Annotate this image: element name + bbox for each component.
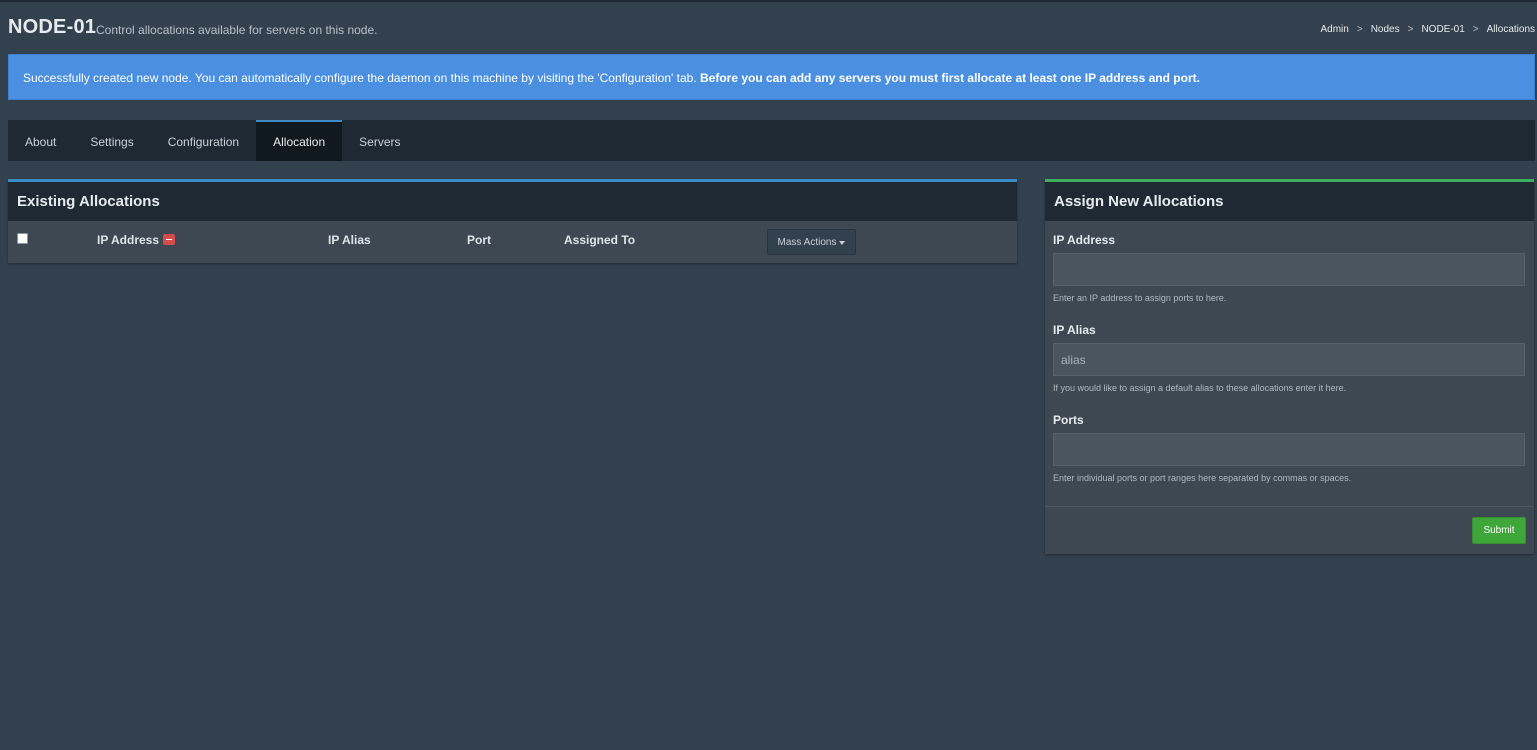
column-ip-address-label: IP Address	[97, 233, 160, 247]
column-ip-address[interactable]: IP Address	[97, 233, 176, 247]
node-tabs: About Settings Configuration Allocation …	[8, 120, 1535, 161]
tab-about[interactable]: About	[8, 120, 73, 161]
existing-allocations-box: Existing Allocations IP Address IP Alias…	[8, 179, 1017, 263]
alert-text: Successfully created new node. You can a…	[23, 71, 697, 85]
alert-bold-text: Before you can add any servers you must …	[700, 71, 1200, 85]
breadcrumb-nodes[interactable]: Nodes	[1371, 24, 1400, 35]
breadcrumb-separator: >	[1356, 24, 1363, 35]
breadcrumb-allocations: Allocations	[1486, 24, 1535, 35]
breadcrumb-separator: >	[1472, 24, 1479, 35]
column-assigned-to: Assigned To	[564, 233, 636, 247]
ports-input[interactable]	[1053, 433, 1525, 466]
assign-form-footer: Submit	[1045, 506, 1534, 554]
assign-form: IP Address Enter an IP address to assign…	[1045, 233, 1534, 485]
ip-alias-label: IP Alias	[1053, 323, 1096, 337]
mass-actions-label: Mass Actions	[777, 236, 837, 248]
ip-address-help: Enter an IP address to assign ports to h…	[1053, 293, 1227, 303]
mass-actions-button[interactable]: Mass Actions	[767, 229, 856, 255]
breadcrumb: Admin > Nodes > NODE-01 > Allocations	[1320, 24, 1535, 35]
existing-allocations-title: Existing Allocations	[8, 182, 1017, 221]
remove-icon[interactable]	[163, 234, 176, 245]
ip-address-input[interactable]	[1053, 253, 1525, 286]
breadcrumb-separator: >	[1407, 24, 1414, 35]
tab-configuration[interactable]: Configuration	[151, 120, 256, 161]
allocations-table-header: IP Address IP Alias Port Assigned To Mas…	[8, 221, 1017, 263]
column-ip-alias: IP Alias	[328, 233, 371, 247]
assign-allocations-box: Assign New Allocations IP Address Enter …	[1045, 179, 1534, 554]
column-port: Port	[467, 233, 491, 247]
ip-address-label: IP Address	[1053, 233, 1116, 247]
page-subtitle: Control allocations available for server…	[96, 23, 378, 37]
top-border	[0, 0, 1537, 2]
breadcrumb-admin[interactable]: Admin	[1320, 24, 1348, 35]
caret-down-icon	[839, 241, 846, 245]
ports-label: Ports	[1053, 413, 1084, 427]
tab-settings[interactable]: Settings	[73, 120, 150, 161]
page-header: NODE-01 Control allocations available fo…	[8, 16, 1535, 46]
page-title: NODE-01	[8, 16, 97, 38]
success-alert: Successfully created new node. You can a…	[8, 54, 1535, 100]
breadcrumb-node[interactable]: NODE-01	[1421, 24, 1464, 35]
tab-allocation[interactable]: Allocation	[256, 120, 343, 161]
ports-help: Enter individual ports or port ranges he…	[1053, 473, 1352, 483]
select-all-checkbox[interactable]	[17, 233, 28, 244]
submit-button[interactable]: Submit	[1472, 517, 1526, 544]
assign-allocations-title: Assign New Allocations	[1045, 182, 1534, 221]
ip-alias-input[interactable]: alias	[1053, 343, 1525, 376]
ip-alias-help: If you would like to assign a default al…	[1053, 383, 1347, 393]
tab-servers[interactable]: Servers	[342, 120, 417, 161]
